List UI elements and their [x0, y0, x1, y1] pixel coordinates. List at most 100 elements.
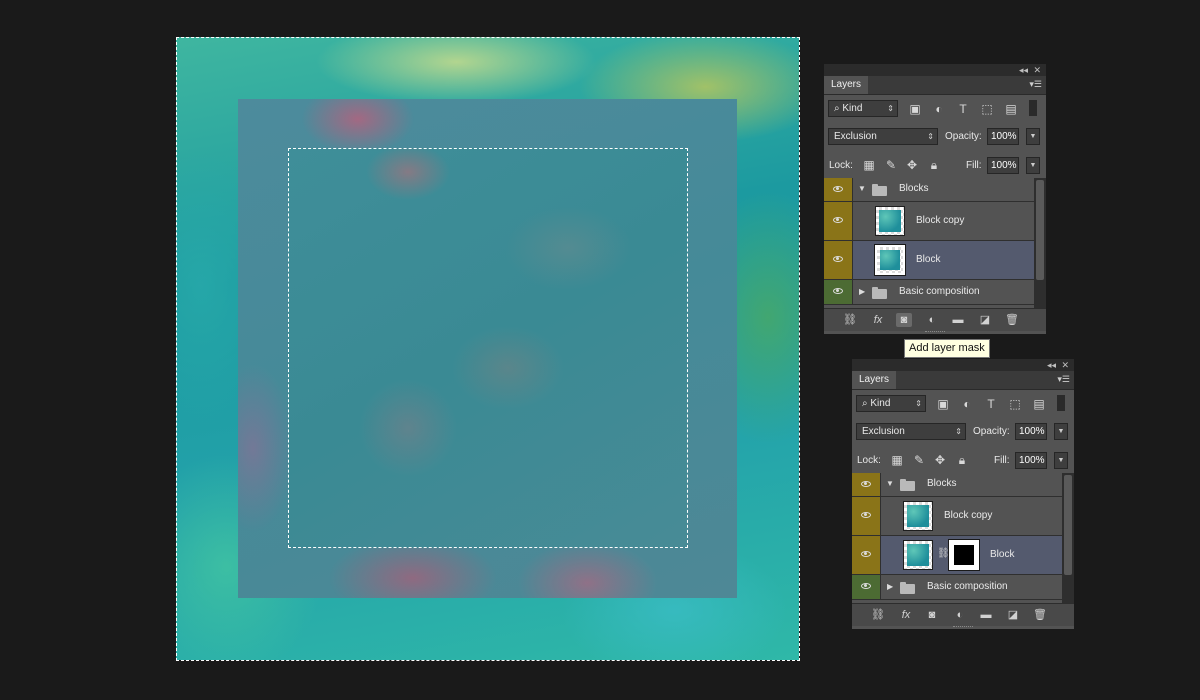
layer-list: ▼ Blocks Block copy Block ▶ Basic compos… — [824, 178, 1034, 305]
layer-mask-thumbnail[interactable] — [949, 540, 979, 570]
filter-shape-icon[interactable]: ⬚ — [980, 102, 994, 116]
lock-position-icon[interactable]: ✥ — [905, 158, 919, 172]
scrollbar-thumb[interactable] — [1064, 475, 1072, 575]
eye-icon — [833, 288, 843, 294]
new-layer-icon[interactable]: ◪ — [1005, 608, 1021, 622]
layer-name: Block — [916, 254, 941, 265]
adjustment-icon[interactable]: ◐ — [952, 608, 968, 622]
filter-kind-select[interactable]: ⌕ Kind ⇕ — [828, 100, 898, 117]
add-mask-icon[interactable]: ◙ — [896, 313, 912, 327]
layer-thumbnail[interactable] — [875, 206, 905, 236]
lock-position-icon[interactable]: ✥ — [933, 453, 947, 467]
lock-label: Lock: — [829, 160, 853, 171]
layer-thumbnail[interactable] — [875, 245, 905, 275]
visibility-toggle[interactable] — [824, 280, 853, 304]
filter-smart-object-icon[interactable]: ▤ — [1004, 102, 1018, 116]
lock-transparent-icon[interactable]: ▦ — [862, 158, 876, 172]
resize-grip[interactable] — [953, 626, 973, 629]
fill-dropdown-icon[interactable]: ▼ — [1054, 452, 1068, 469]
tab-layers[interactable]: Layers — [824, 76, 869, 94]
layer-thumbnail[interactable] — [903, 501, 933, 531]
expand-triangle-icon[interactable]: ▼ — [886, 477, 894, 491]
visibility-toggle[interactable] — [824, 202, 853, 240]
filter-adjustment-icon[interactable]: ◐ — [932, 102, 946, 116]
link-layers-icon[interactable]: ⛓ — [842, 313, 858, 327]
opacity-input[interactable]: 100% — [1015, 423, 1047, 440]
visibility-toggle[interactable] — [852, 536, 881, 574]
filter-kind-select[interactable]: ⌕ Kind ⇕ — [856, 395, 926, 412]
layer-row-basic-composition[interactable]: ▶ Basic composition — [852, 575, 1062, 600]
new-group-icon[interactable]: ▬ — [978, 608, 994, 622]
visibility-toggle[interactable] — [852, 575, 881, 599]
adjustment-icon[interactable]: ◐ — [924, 313, 940, 327]
filter-toggle-icon[interactable] — [1057, 395, 1065, 411]
new-group-icon[interactable]: ▬ — [950, 313, 966, 327]
panel-menu-icon[interactable]: ▾☰ — [1029, 79, 1042, 90]
filter-type-icon[interactable]: T — [984, 397, 998, 411]
layer-name: Blocks — [899, 183, 929, 194]
delete-icon[interactable]: 🗑︎ — [1004, 313, 1020, 327]
blend-mode-value: Exclusion — [834, 131, 877, 142]
lock-all-icon[interactable]: 🔒︎ — [927, 158, 941, 172]
fill-dropdown-icon[interactable]: ▼ — [1026, 157, 1040, 174]
opacity-input[interactable]: 100% — [987, 128, 1019, 145]
collapsed-triangle-icon[interactable]: ▶ — [859, 285, 865, 299]
filter-toggle-icon[interactable] — [1029, 100, 1037, 116]
delete-icon[interactable]: 🗑︎ — [1032, 608, 1048, 622]
new-layer-icon[interactable]: ◪ — [977, 313, 993, 327]
collapse-icon[interactable]: ◂◂ — [1047, 359, 1056, 371]
collapse-icon[interactable]: ◂◂ — [1019, 64, 1028, 76]
panel-titlebar[interactable]: ◂◂ ✕ — [852, 359, 1074, 371]
visibility-toggle[interactable] — [852, 497, 881, 535]
expand-triangle-icon[interactable]: ▼ — [858, 182, 866, 196]
layer-scrollbar[interactable] — [1062, 473, 1074, 603]
close-icon[interactable]: ✕ — [1033, 64, 1041, 76]
mask-link-icon[interactable]: ⛓ — [937, 548, 950, 559]
layer-thumbnail[interactable] — [903, 540, 933, 570]
layer-row-block-copy[interactable]: Block copy — [852, 497, 1062, 536]
tab-layers[interactable]: Layers — [852, 371, 897, 389]
filter-pixel-icon[interactable]: ▣ — [936, 397, 950, 411]
add-mask-icon[interactable]: ◙ — [924, 608, 940, 622]
eye-icon — [861, 512, 871, 518]
filter-shape-icon[interactable]: ⬚ — [1008, 397, 1022, 411]
lock-image-icon[interactable]: ✎ — [884, 158, 898, 172]
blend-mode-select[interactable]: Exclusion ⇕ — [828, 128, 938, 145]
visibility-toggle[interactable] — [852, 473, 881, 496]
panel-titlebar[interactable]: ◂◂ ✕ — [824, 64, 1046, 76]
visibility-toggle[interactable] — [824, 178, 853, 201]
folder-icon — [872, 184, 887, 196]
opacity-dropdown-icon[interactable]: ▼ — [1026, 128, 1040, 145]
fx-icon[interactable]: fx — [870, 313, 886, 327]
visibility-toggle[interactable] — [824, 241, 853, 279]
layer-scrollbar[interactable] — [1034, 178, 1046, 308]
layer-row-blocks[interactable]: ▼ Blocks — [852, 473, 1062, 497]
filter-pixel-icon[interactable]: ▣ — [908, 102, 922, 116]
close-icon[interactable]: ✕ — [1061, 359, 1069, 371]
resize-grip[interactable] — [925, 331, 945, 334]
layer-row-block[interactable]: ⛓ Block — [852, 536, 1062, 575]
lock-all-icon[interactable]: 🔒︎ — [955, 453, 969, 467]
fx-icon[interactable]: fx — [898, 608, 914, 622]
filter-type-icon[interactable]: T — [956, 102, 970, 116]
fill-input[interactable]: 100% — [987, 157, 1019, 174]
filter-kind-label: Kind — [870, 398, 891, 409]
lock-row: Lock: ▦ ✎ ✥ 🔒︎ Fill: 100% ▼ — [824, 151, 1046, 179]
link-layers-icon[interactable]: ⛓ — [870, 608, 886, 622]
filter-adjustment-icon[interactable]: ◐ — [960, 397, 974, 411]
collapsed-triangle-icon[interactable]: ▶ — [887, 580, 893, 594]
layer-row-block[interactable]: Block — [824, 241, 1034, 280]
layer-name: Basic composition — [927, 581, 1008, 592]
opacity-dropdown-icon[interactable]: ▼ — [1054, 423, 1068, 440]
lock-transparent-icon[interactable]: ▦ — [890, 453, 904, 467]
blend-mode-select[interactable]: Exclusion ⇕ — [856, 423, 966, 440]
layer-row-block-copy[interactable]: Block copy — [824, 202, 1034, 241]
scrollbar-thumb[interactable] — [1036, 180, 1044, 280]
block-layer-content — [288, 148, 688, 548]
fill-input[interactable]: 100% — [1015, 452, 1047, 469]
lock-image-icon[interactable]: ✎ — [912, 453, 926, 467]
layer-row-blocks[interactable]: ▼ Blocks — [824, 178, 1034, 202]
layer-row-basic-composition[interactable]: ▶ Basic composition — [824, 280, 1034, 305]
filter-smart-object-icon[interactable]: ▤ — [1032, 397, 1046, 411]
panel-menu-icon[interactable]: ▾☰ — [1057, 374, 1070, 385]
